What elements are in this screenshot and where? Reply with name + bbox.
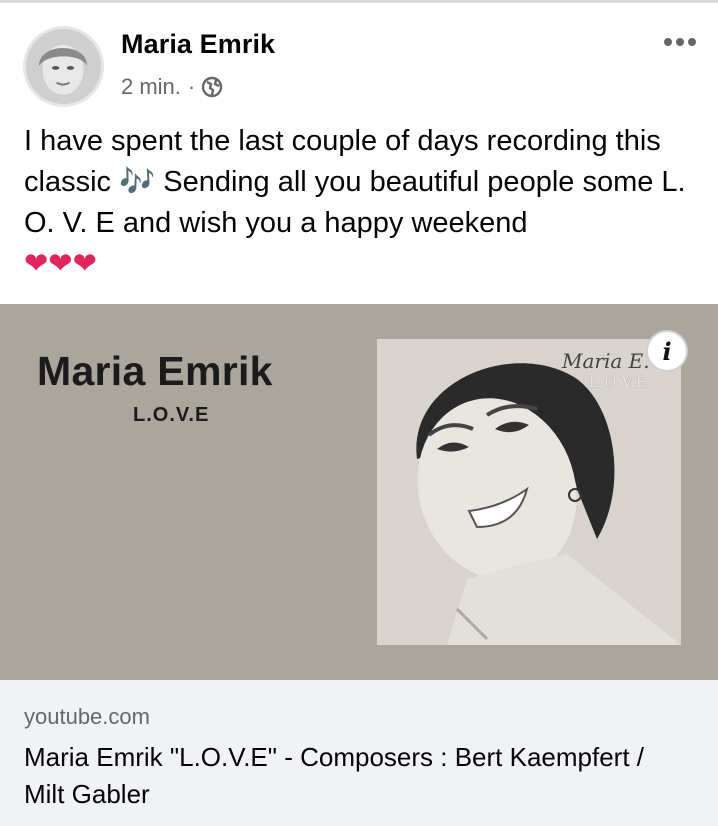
album-title-text: L.O.V.E (589, 375, 648, 391)
meta-separator: · (187, 74, 196, 99)
post-body: I have spent the last couple of days rec… (24, 125, 686, 239)
top-divider (0, 0, 718, 3)
album-cover: Maria E. L.O.V.E (377, 339, 681, 645)
post-time[interactable]: 2 min. (121, 74, 181, 100)
globe-icon (202, 76, 223, 98)
album-artist-text: Maria E. (562, 349, 650, 373)
avatar-image (26, 29, 101, 104)
post-text: I have spent the last couple of days rec… (24, 121, 704, 285)
more-dot (676, 38, 684, 46)
link-footer[interactable]: youtube.com Maria Emrik "L.O.V.E" - Comp… (0, 680, 718, 826)
info-icon[interactable]: i (646, 330, 688, 372)
preview-artist: Maria Emrik (37, 348, 273, 394)
more-dot (664, 38, 672, 46)
author-name[interactable]: Maria Emrik (121, 29, 275, 60)
more-options-icon[interactable] (664, 36, 696, 48)
hearts-emoji: ❤❤❤ (24, 248, 97, 280)
preview-song: L.O.V.E (133, 404, 210, 426)
post-meta: 2 min. · (121, 74, 223, 100)
more-dot (688, 38, 696, 46)
link-preview-image[interactable]: Maria Emrik L.O.V.E Maria E. L.O.V.E (0, 304, 718, 680)
link-title[interactable]: Maria Emrik "L.O.V.E" - Composers : Bert… (24, 739, 684, 813)
link-domain: youtube.com (24, 704, 150, 729)
author-avatar[interactable] (23, 26, 104, 107)
